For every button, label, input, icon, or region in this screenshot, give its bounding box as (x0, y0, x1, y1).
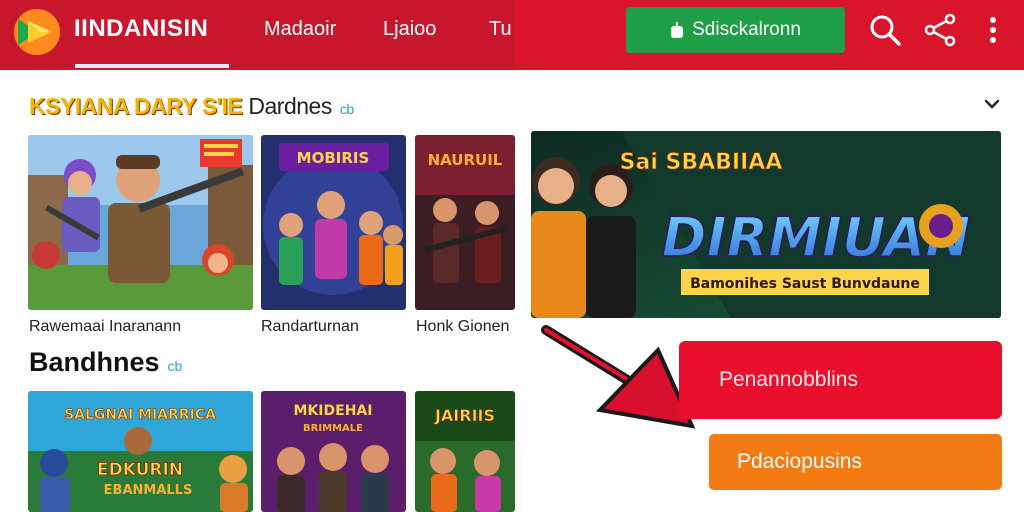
game-card-1[interactable] (28, 135, 253, 310)
game-card-4-art-text-3: EBANMALLS (104, 483, 193, 498)
game-card-5-art-text-1: MKIDEHAI (294, 403, 373, 419)
game-card-1-art (28, 135, 253, 310)
section-2-tag: cb (167, 358, 183, 374)
game-card-5-art: MKIDEHAI BRIMMALE (261, 391, 406, 512)
primary-action-label: Penannobblins (719, 368, 858, 391)
promo-banner-top-text: Sai SBABIIAA (620, 150, 783, 175)
promo-banner[interactable]: Sai SBABIIAA DIRMIUAN Bamonihes Saust Bu… (531, 131, 1001, 318)
game-card-3-caption[interactable]: Honk Gionen (416, 318, 509, 336)
section-title-suffix: Dardnes (248, 93, 332, 119)
nav-item-1[interactable]: Madaoir (264, 18, 336, 41)
game-card-4-art: SALGNAI MIARRICA EDKURIN EBANMALLS (28, 391, 253, 512)
active-tab-indicator (75, 64, 229, 68)
game-card-3-art: NAURUIL (415, 135, 515, 310)
game-card-2-caption[interactable]: Randarturnan (261, 318, 359, 336)
primary-action-button[interactable]: Penannobblins (679, 341, 1002, 419)
section-2-title-main: Bandhnes (29, 347, 160, 377)
game-card-6-art-text: JAIRIIS (434, 406, 495, 425)
game-card-5-art-text-2: BRIMMALE (303, 423, 363, 434)
brand-name[interactable]: IINDANISIN (74, 15, 208, 43)
secondary-action-button[interactable]: Pdaciopusins (709, 434, 1002, 490)
app-logo-icon[interactable] (14, 9, 60, 55)
game-card-1-caption[interactable]: Rawemaai Inaranann (29, 318, 181, 336)
game-card-4-art-text-2: EDKURIN (97, 460, 183, 480)
section-title-main: KSYIANA DARY S'IE (29, 93, 243, 119)
download-button-label: Sdisckalronn (692, 19, 801, 40)
chevron-down-icon[interactable] (982, 96, 1002, 112)
game-card-2[interactable]: MOBIRIS (261, 135, 406, 310)
game-card-5[interactable]: MKIDEHAI BRIMMALE (261, 391, 406, 512)
download-icon (671, 22, 684, 38)
game-card-2-art-text: MOBIRIS (297, 149, 370, 167)
game-card-4-art-text-1: SALGNAI MIARRICA (64, 407, 216, 423)
section-title-bundles: Bandhnes cb (29, 347, 182, 378)
section-tag: cb (339, 101, 354, 117)
game-card-2-art: MOBIRIS (261, 135, 406, 310)
share-icon[interactable] (923, 13, 957, 47)
search-icon[interactable] (868, 13, 902, 47)
game-card-6[interactable]: JAIRIIS (415, 391, 515, 512)
download-button[interactable]: Sdisckalronn (626, 7, 845, 53)
game-card-6-art: JAIRIIS (415, 391, 515, 512)
more-vertical-icon[interactable] (979, 13, 1013, 47)
section-title-featured: KSYIANA DARY S'IE Dardnes cb (29, 93, 354, 120)
nav-item-3[interactable]: Tu (489, 18, 512, 41)
nav-item-2[interactable]: Ljaioo (383, 18, 436, 41)
game-card-4[interactable]: SALGNAI MIARRICA EDKURIN EBANMALLS (28, 391, 253, 512)
promo-banner-art: Sai SBABIIAA DIRMIUAN Bamonihes Saust Bu… (531, 131, 1001, 318)
game-card-3[interactable]: NAURUIL (415, 135, 515, 310)
pointer-arrow-icon (541, 325, 696, 429)
secondary-action-label: Pdaciopusins (737, 450, 862, 473)
promo-banner-sub-text: Bamonihes Saust Bunvdaune (690, 276, 920, 292)
game-card-3-art-text: NAURUIL (428, 151, 503, 169)
